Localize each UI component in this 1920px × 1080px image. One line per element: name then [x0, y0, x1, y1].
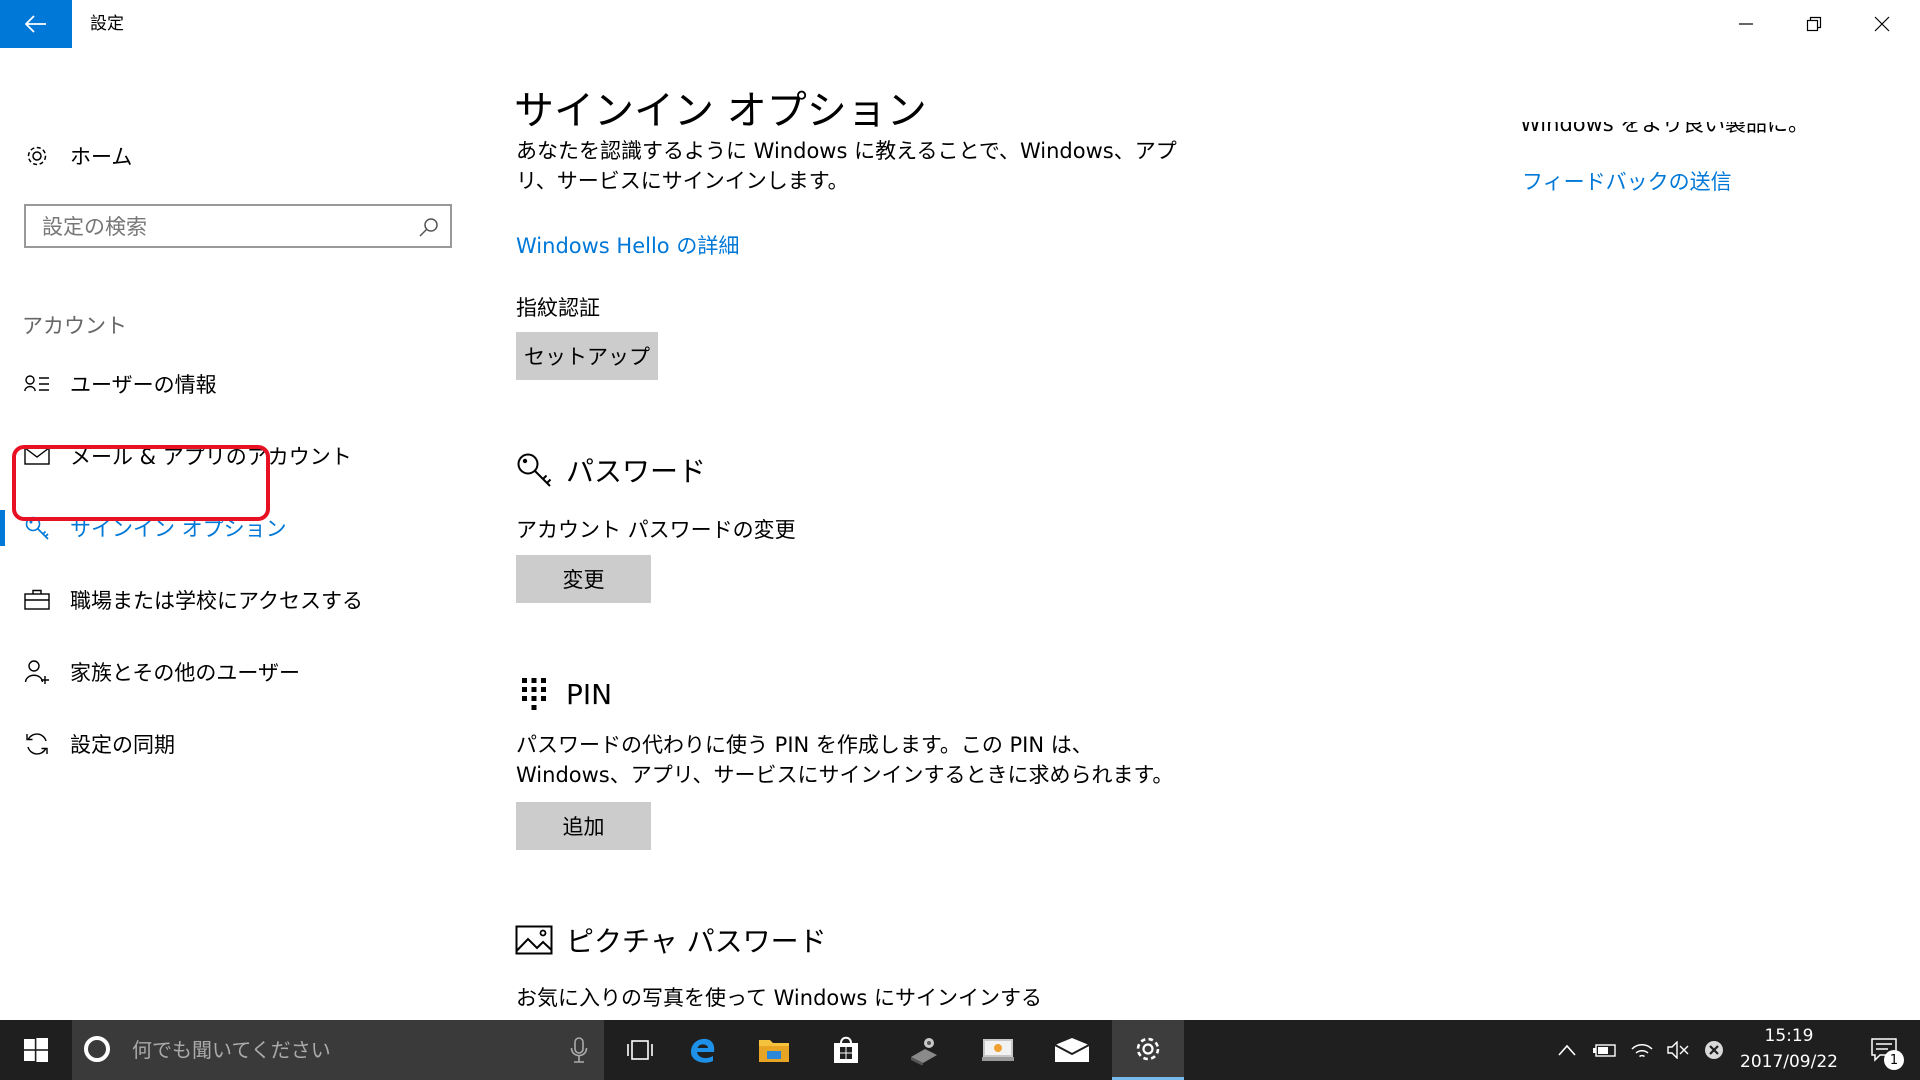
clock[interactable]: 15:19 2017/09/22	[1730, 1020, 1848, 1080]
close-icon	[1874, 16, 1890, 32]
minimize-button[interactable]	[1712, 0, 1780, 48]
sidebar-item-label: 家族とその他のユーザー	[70, 661, 300, 685]
minimize-icon	[1739, 23, 1753, 25]
tray-app-button[interactable]	[1696, 1020, 1732, 1080]
improve-windows-text-clip: Windows をより良い製品に。	[1520, 122, 1900, 152]
clock-date: 2017/09/22	[1740, 1052, 1838, 1072]
edge-icon	[691, 1038, 715, 1063]
settings-gear-icon	[1136, 1037, 1160, 1060]
picture-password-heading: ピクチャ パスワード	[566, 925, 827, 958]
page-title: サインイン オプション	[514, 88, 927, 134]
password-change-button[interactable]: 変更	[516, 555, 651, 603]
window-title: 設定	[90, 14, 124, 34]
show-hidden-icons-button[interactable]	[1550, 1020, 1584, 1080]
password-section-header: パスワード	[514, 450, 706, 490]
cortana-placeholder: 何でも聞いてください	[132, 1038, 331, 1062]
pin-section-header: PIN	[514, 674, 612, 714]
picture-password-description: お気に入りの写真を使って Windows にサインインする	[516, 986, 1043, 1010]
sidebar-item-home[interactable]: ホーム	[0, 128, 480, 184]
add-user-icon	[22, 657, 52, 687]
app-taskbar-button[interactable]	[888, 1020, 960, 1080]
picture-password-section-header: ピクチャ パスワード	[514, 920, 827, 960]
restore-button[interactable]	[1780, 0, 1848, 48]
microphone-icon[interactable]	[568, 1036, 590, 1064]
app-taskbar-button[interactable]	[962, 1020, 1034, 1080]
photo-app-icon	[982, 1039, 1014, 1061]
sidebar-item-label: 職場または学校にアクセスする	[70, 589, 363, 613]
briefcase-icon	[22, 585, 52, 615]
close-button[interactable]	[1848, 0, 1916, 48]
sidebar-item-label: ホーム	[70, 145, 133, 169]
sidebar-item-user-info[interactable]: ユーザーの情報	[0, 356, 480, 412]
clock-time: 15:19	[1764, 1026, 1814, 1046]
section-label: アカウント	[22, 314, 127, 338]
picture-icon	[514, 920, 554, 960]
battery-status[interactable]	[1586, 1020, 1624, 1080]
volume-control[interactable]	[1660, 1020, 1696, 1080]
improve-windows-text: Windows をより良い製品に。	[1520, 122, 1809, 136]
store-icon	[834, 1036, 858, 1063]
edge-taskbar-button[interactable]	[666, 1020, 738, 1080]
file-explorer-taskbar-button[interactable]	[738, 1020, 810, 1080]
sidebar: ホーム アカウント ユーザーの情報 メール & アプリのアカウント サインイン …	[0, 48, 480, 1020]
active-indicator	[0, 510, 5, 546]
pin-add-button[interactable]: 追加	[516, 802, 651, 850]
windows-logo-icon	[24, 1038, 48, 1062]
user-info-icon	[22, 369, 52, 399]
chevron-up-icon	[1558, 1044, 1576, 1056]
sidebar-item-work-school[interactable]: 職場または学校にアクセスする	[0, 572, 480, 628]
password-description: アカウント パスワードの変更	[516, 518, 796, 542]
title-bar: 設定	[0, 0, 1920, 48]
battery-icon	[1593, 1044, 1616, 1057]
sidebar-item-sync-settings[interactable]: 設定の同期	[0, 716, 480, 772]
x-circle-icon	[1705, 1041, 1723, 1059]
sync-icon	[22, 729, 52, 759]
settings-taskbar-button[interactable]	[1112, 1020, 1184, 1080]
mail-app-icon	[1054, 1038, 1090, 1062]
pin-description: パスワードの代わりに使う PIN を作成します。この PIN は、Windows…	[516, 733, 1174, 787]
notification-count-badge: 1	[1884, 1050, 1904, 1070]
cortana-icon	[84, 1036, 110, 1062]
password-heading: パスワード	[566, 455, 707, 488]
cortana-search-box[interactable]: 何でも聞いてください	[72, 1020, 604, 1080]
gear-icon	[22, 141, 52, 171]
fingerprint-label: 指紋認証	[516, 296, 600, 320]
mail-taskbar-button[interactable]	[1036, 1020, 1108, 1080]
sidebar-item-label: 設定の同期	[70, 733, 175, 757]
feedback-link[interactable]: フィードバックの送信	[1522, 166, 1732, 196]
back-arrow-icon	[25, 15, 46, 33]
taskbar: 何でも聞いてください 15:19 2017/09/22 1	[0, 1020, 1920, 1080]
windows-hello-link[interactable]: Windows Hello の詳細	[516, 230, 739, 260]
start-button[interactable]	[0, 1020, 72, 1080]
password-key-icon	[514, 450, 554, 490]
system-app-icon	[911, 1038, 937, 1065]
fingerprint-setup-button[interactable]: セットアップ	[516, 332, 658, 380]
pin-heading: PIN	[566, 677, 613, 711]
network-status[interactable]	[1624, 1020, 1660, 1080]
search-icon	[419, 218, 438, 237]
settings-search-box[interactable]	[24, 204, 452, 248]
windows-hello-description: あなたを認識するように Windows に教えることで、Windows、アプリ、…	[516, 139, 1177, 193]
wifi-icon	[1631, 1044, 1653, 1058]
folder-icon	[759, 1040, 789, 1062]
highlight-annotation	[12, 445, 270, 521]
restore-icon	[1806, 16, 1822, 32]
action-center-button[interactable]: 1	[1856, 1020, 1912, 1080]
volume-muted-icon	[1667, 1041, 1689, 1059]
sidebar-item-label: ユーザーの情報	[70, 373, 217, 397]
search-input[interactable]	[40, 206, 414, 248]
sidebar-item-family-users[interactable]: 家族とその他のユーザー	[0, 644, 480, 700]
task-view-icon	[627, 1040, 653, 1060]
back-button[interactable]	[0, 0, 72, 48]
keypad-icon	[514, 674, 554, 714]
store-taskbar-button[interactable]	[810, 1020, 882, 1080]
